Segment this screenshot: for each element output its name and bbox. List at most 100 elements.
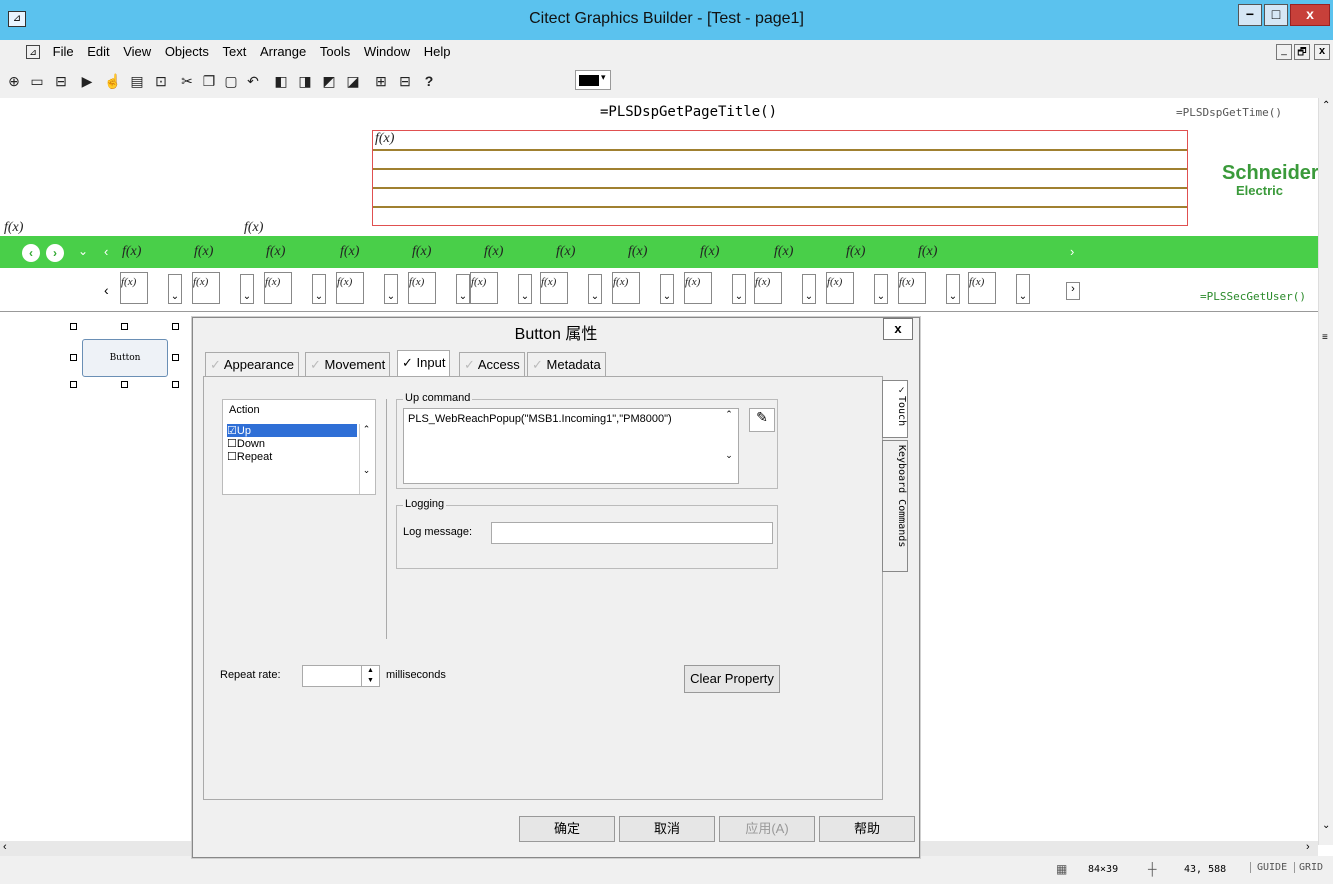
time-function[interactable]: =PLSDspGetTime() <box>1176 106 1282 119</box>
page-title-function[interactable]: =PLSDspGetPageTitle() <box>600 104 777 120</box>
scroll-left-icon[interactable]: ‹ <box>3 841 7 853</box>
menu-window[interactable]: Window <box>359 40 415 59</box>
action-item-up[interactable]: ☑Up <box>227 424 357 437</box>
ungroup-icon[interactable]: ◪ <box>344 72 362 90</box>
selection-handle[interactable] <box>172 354 179 361</box>
nav-fx-item[interactable]: f(x) <box>700 244 719 260</box>
subnav-dropdown[interactable]: ⌄ <box>518 274 532 304</box>
subnav-button[interactable]: f(x) <box>264 272 292 304</box>
subnav-dropdown[interactable]: ⌄ <box>946 274 960 304</box>
nav-fx-item[interactable]: f(x) <box>774 244 793 260</box>
send-back-icon[interactable]: ◨ <box>296 72 314 90</box>
mdi-minimize-button[interactable]: _ <box>1276 44 1292 60</box>
subnav-button[interactable]: f(x) <box>192 272 220 304</box>
fx-label[interactable]: f(x) <box>244 220 263 236</box>
nav-fx-item[interactable]: f(x) <box>266 244 285 260</box>
subnav-button[interactable]: f(x) <box>612 272 640 304</box>
log-message-input[interactable] <box>491 522 773 544</box>
color-picker[interactable]: ▾ <box>575 70 611 90</box>
subnav-button[interactable]: f(x) <box>898 272 926 304</box>
scroll-right-icon[interactable]: › <box>1306 841 1310 853</box>
menu-view[interactable]: View <box>118 40 156 59</box>
subnav-dropdown[interactable]: ⌄ <box>240 274 254 304</box>
user-function[interactable]: =PLSSecGetUser() <box>1200 290 1306 303</box>
apply-button[interactable]: 应用(A) <box>719 816 815 842</box>
nav-dropdown-icon[interactable]: ⌄ <box>78 244 88 258</box>
vertical-scrollbar[interactable]: ⌃ ≡ ⌄ <box>1318 98 1333 845</box>
action-list-scrollbar[interactable]: ⌃ ⌄ <box>359 424 373 494</box>
help-button[interactable]: 帮助 <box>819 816 915 842</box>
nav-fx-item[interactable]: f(x) <box>194 244 213 260</box>
repeat-rate-spinner[interactable]: ▲ ▼ <box>361 666 379 686</box>
tab-movement[interactable]: ✓ Movement <box>305 352 391 376</box>
undo-icon[interactable]: ↶ <box>244 72 262 90</box>
menu-tools[interactable]: Tools <box>315 40 355 59</box>
subnav-dropdown[interactable]: ⌄ <box>1016 274 1030 304</box>
selection-handle[interactable] <box>172 381 179 388</box>
selection-handle[interactable] <box>172 323 179 330</box>
menu-file[interactable]: File <box>48 40 79 59</box>
subnav-button[interactable]: f(x) <box>120 272 148 304</box>
new-icon[interactable]: ⊕ <box>5 72 23 90</box>
selection-handle[interactable] <box>121 323 128 330</box>
align-icon[interactable]: ⊞ <box>372 72 390 90</box>
subnav-button[interactable]: f(x) <box>408 272 436 304</box>
action-item-repeat[interactable]: ☐Repeat <box>227 450 272 463</box>
nav-fx-item[interactable]: f(x) <box>484 244 503 260</box>
bring-front-icon[interactable]: ◧ <box>272 72 290 90</box>
open-icon[interactable]: ▭ <box>28 72 46 90</box>
copy-icon[interactable]: ❐ <box>200 72 218 90</box>
guide-indicator[interactable]: GUIDE <box>1250 862 1287 873</box>
subnav-button[interactable]: f(x) <box>470 272 498 304</box>
subnav-dropdown[interactable]: ⌄ <box>660 274 674 304</box>
alarm-banner[interactable]: f(x) <box>372 130 1188 226</box>
selection-handle[interactable] <box>70 323 77 330</box>
document-icon[interactable]: ⊿ <box>26 45 40 59</box>
subnav-dropdown[interactable]: ⌄ <box>874 274 888 304</box>
subnav-dropdown[interactable]: ⌄ <box>312 274 326 304</box>
tab-metadata[interactable]: ✓ Metadata <box>527 352 606 376</box>
menu-arrange[interactable]: Arrange <box>255 40 311 59</box>
nav-right-icon[interactable]: › <box>1070 244 1074 259</box>
subnav-dropdown[interactable]: ⌄ <box>384 274 398 304</box>
subnav-dropdown[interactable]: ⌄ <box>732 274 746 304</box>
up-command-scrollbar[interactable]: ⌃ ⌄ <box>722 409 736 483</box>
scroll-up-icon[interactable]: ⌃ <box>1322 100 1330 111</box>
canvas-button-object[interactable]: Button <box>82 339 168 377</box>
distribute-icon[interactable]: ⊟ <box>396 72 414 90</box>
hand-icon[interactable]: ☝ <box>104 72 122 90</box>
tab-access[interactable]: ✓ Access <box>459 352 525 376</box>
mdi-close-button[interactable]: x <box>1314 44 1330 60</box>
scroll-thumb-icon[interactable]: ≡ <box>1322 332 1328 343</box>
nav-fx-item[interactable]: f(x) <box>340 244 359 260</box>
paste-icon[interactable]: ▢ <box>222 72 240 90</box>
nav-left-icon[interactable]: ‹ <box>104 244 108 259</box>
subnav-button[interactable]: f(x) <box>540 272 568 304</box>
tab-keyboard-commands[interactable]: Keyboard Commands <box>882 440 908 572</box>
tab-input[interactable]: ✓ Input <box>397 350 451 377</box>
subnav-button[interactable]: f(x) <box>754 272 782 304</box>
save-icon[interactable]: ⊟ <box>52 72 70 90</box>
nav-fx-item[interactable]: f(x) <box>628 244 647 260</box>
menu-help[interactable]: Help <box>419 40 456 59</box>
fx-label[interactable]: f(x) <box>4 220 23 236</box>
dialog-close-button[interactable]: x <box>883 318 913 340</box>
edit-icon[interactable]: ⊡ <box>152 72 170 90</box>
scroll-down-icon[interactable]: ⌄ <box>1322 820 1330 831</box>
subnav-button[interactable]: f(x) <box>826 272 854 304</box>
clear-property-button[interactable]: Clear Property <box>684 665 780 693</box>
subnav-button[interactable]: f(x) <box>968 272 996 304</box>
mdi-restore-button[interactable]: 🗗 <box>1294 44 1310 60</box>
restore-button[interactable]: □ <box>1264 4 1288 26</box>
nav-fx-item[interactable]: f(x) <box>846 244 865 260</box>
group-icon[interactable]: ◩ <box>320 72 338 90</box>
tab-touch[interactable]: ✓Touch <box>882 380 908 438</box>
selection-handle[interactable] <box>121 381 128 388</box>
up-command-field[interactable]: PLS_WebReachPopup("MSB1.Incoming1","PM80… <box>403 408 739 484</box>
menu-edit[interactable]: Edit <box>82 40 114 59</box>
cancel-button[interactable]: 取消 <box>619 816 715 842</box>
menu-objects[interactable]: Objects <box>160 40 214 59</box>
nav-fx-item[interactable]: f(x) <box>412 244 431 260</box>
subnav-button[interactable]: f(x) <box>684 272 712 304</box>
subnav-dropdown[interactable]: ⌄ <box>168 274 182 304</box>
